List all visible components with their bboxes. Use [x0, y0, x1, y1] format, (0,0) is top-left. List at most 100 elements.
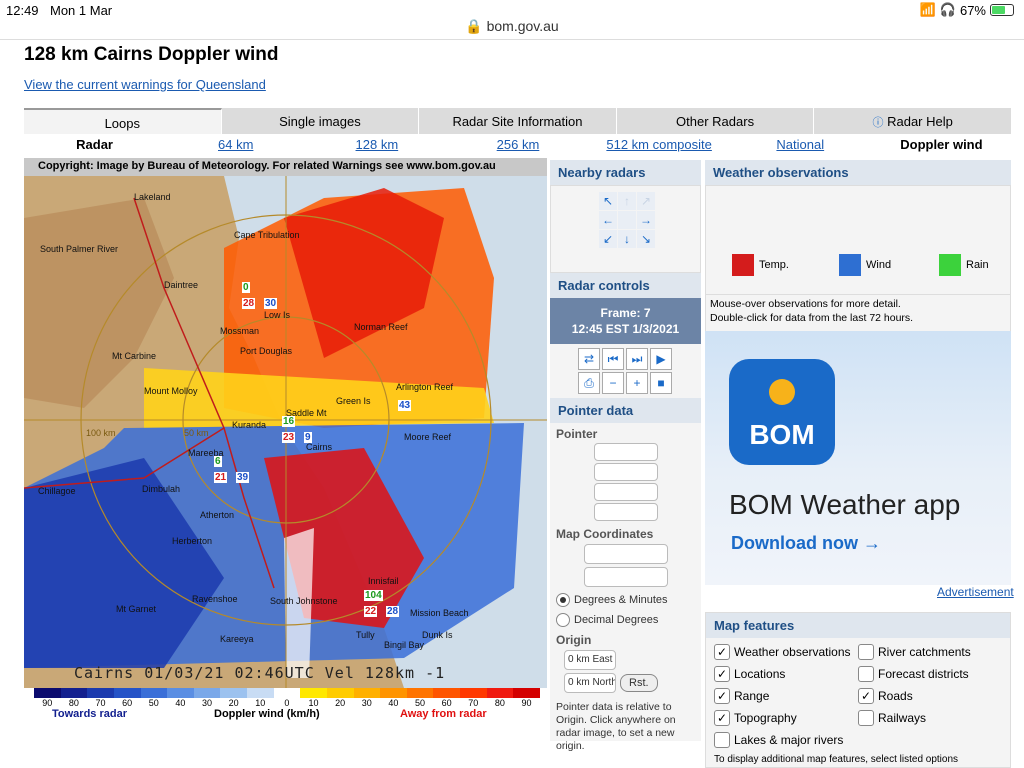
map-feature-checkbox[interactable]: Lakes & major rivers: [714, 732, 858, 748]
link-512km-composite[interactable]: 512 km composite: [589, 134, 730, 156]
place-label: Green Is: [336, 396, 371, 406]
pointer-label: Pointer: [556, 427, 598, 441]
place-label: Herberton: [172, 536, 213, 546]
print-icon[interactable]: ⎙: [578, 372, 600, 394]
checked-box-icon: ✓: [714, 710, 730, 726]
legend-swatch: [353, 688, 381, 698]
pointer-data-panel: Pointer Map Coordinates Degrees & Minute…: [550, 423, 701, 752]
origin-east-field[interactable]: 0 km East: [564, 650, 616, 670]
legend-number: 60: [441, 698, 452, 708]
link-128km[interactable]: 128 km: [306, 134, 447, 156]
origin-north-field[interactable]: 0 km North: [564, 673, 616, 693]
map-feature-label: Roads: [878, 689, 913, 703]
play-icon[interactable]: ▶: [650, 348, 672, 370]
link-64km[interactable]: 64 km: [165, 134, 306, 156]
range-label: 50 km: [184, 428, 209, 438]
obs-wind: 9: [304, 432, 312, 443]
arrow-s-icon[interactable]: ↓: [618, 230, 636, 248]
pointer-note: Pointer data is relative to Origin. Clic…: [556, 701, 676, 752]
unchecked-box-icon: [858, 666, 874, 682]
radio-circle-selected: [556, 593, 570, 607]
legend-swatch: [60, 688, 88, 698]
place-label: Mossman: [220, 326, 260, 336]
map-feature-checkbox[interactable]: River catchments: [858, 644, 1002, 660]
loop-controls: ⇄ ⏮ ⏭ ▶ ⎙ − + ■: [550, 344, 701, 398]
map-feature-checkbox[interactable]: ✓ Locations: [714, 666, 858, 682]
reset-origin-button[interactable]: Rst.: [620, 674, 658, 692]
arrow-sw-icon[interactable]: ↙: [599, 230, 617, 248]
url-bar[interactable]: 🔒 bom.gov.au: [0, 16, 1024, 40]
tab-other-radars[interactable]: Other Radars: [616, 108, 815, 134]
legend-number: 0: [284, 698, 290, 708]
checked-box-icon: ✓: [858, 688, 874, 704]
legend-number: 50: [415, 698, 426, 708]
legend-number: 50: [148, 698, 159, 708]
unchecked-box-icon: [714, 732, 730, 748]
tab-single-images[interactable]: Single images: [221, 108, 420, 134]
place-label: Dimbulah: [142, 484, 181, 494]
map-feature-checkbox[interactable]: ✓ Weather observations: [714, 644, 858, 660]
obs-wind: 39: [236, 472, 250, 483]
map-feature-label: Forecast districts: [878, 667, 969, 681]
pointer-data-title: Pointer data: [550, 398, 701, 423]
legend-swatch: [113, 688, 141, 698]
legend-towards: Towards radar: [52, 708, 127, 720]
subnav-doppler-current: Doppler wind: [900, 137, 983, 152]
tab-radar-site-information[interactable]: Radar Site Information: [419, 108, 617, 134]
map-feature-label: Range: [734, 689, 770, 703]
toggle-loop-icon[interactable]: ⇄: [578, 348, 600, 370]
slower-icon[interactable]: −: [602, 372, 624, 394]
middle-column: Nearby radars ↖ ↑ ↗ ← → ↙ ↓ ↘ Radar cont…: [550, 160, 701, 752]
pointer-field-2: [593, 463, 658, 481]
radio-degrees-minutes-label: Degrees & Minutes: [574, 594, 668, 606]
map-feature-label: Lakes & major rivers: [734, 733, 844, 747]
nearby-radars-panel: ↖ ↑ ↗ ← → ↙ ↓ ↘: [550, 185, 701, 273]
tab-loops[interactable]: Loops: [24, 108, 222, 134]
pointer-field-4: [593, 503, 658, 521]
obs-temp: 22: [364, 606, 378, 617]
tab-radar-help[interactable]: ⓘ Radar Help: [814, 108, 1012, 134]
map-feature-checkbox[interactable]: ✓ Range: [714, 688, 858, 704]
legend-swatch: [34, 688, 61, 698]
legend-number: 20: [335, 698, 346, 708]
legend-swatch: [220, 688, 247, 698]
map-features-list: ✓ Weather observations River catchments ✓ Lo…: [706, 638, 1010, 754]
arrow-w-icon[interactable]: ←: [599, 211, 617, 229]
map-feature-checkbox[interactable]: ✓ Roads: [858, 688, 1002, 704]
radar-image[interactable]: Lakeland Cape Tribulation South Palmer Riv…: [24, 158, 547, 688]
main-tabs: Loops Single images Radar Site Informati…: [24, 108, 1012, 134]
arrow-e-icon[interactable]: →: [637, 211, 655, 229]
temp-swatch: [732, 254, 754, 276]
link-256km[interactable]: 256 km: [447, 134, 588, 156]
legend-number: 80: [494, 698, 505, 708]
legend-swatch: [486, 688, 514, 698]
arrow-se-icon[interactable]: ↘: [637, 230, 655, 248]
warnings-link[interactable]: View the current warnings for Queensland: [24, 77, 266, 92]
link-national[interactable]: National: [730, 134, 871, 156]
stop-icon[interactable]: ■: [650, 372, 672, 394]
advertisement-link[interactable]: Advertisement: [937, 585, 1014, 599]
page-title: 128 km Cairns Doppler wind: [24, 44, 279, 65]
map-feature-checkbox[interactable]: Railways: [858, 710, 1002, 726]
map-features-tail: To display additional map features, sele…: [714, 754, 959, 765]
obs-rain: 104: [364, 590, 383, 601]
map-feature-checkbox[interactable]: Forecast districts: [858, 666, 1002, 682]
faster-icon[interactable]: +: [626, 372, 648, 394]
first-frame-icon[interactable]: ⏮: [602, 348, 624, 370]
unchecked-box-icon: [858, 644, 874, 660]
obs-wind: 28: [386, 606, 400, 617]
radio-degrees-minutes[interactable]: Degrees & Minutes: [556, 593, 695, 607]
battery-icon: [990, 4, 1014, 16]
map-feature-checkbox[interactable]: ✓ Topography: [714, 710, 858, 726]
arrow-nw-icon[interactable]: ↖: [599, 192, 617, 210]
radio-decimal-degrees[interactable]: Decimal Degrees: [556, 613, 695, 627]
radar-controls-title: Radar controls: [550, 273, 701, 298]
download-now-link[interactable]: Download now →: [731, 533, 881, 554]
frame-number: Frame: 7: [600, 306, 651, 320]
bom-app-ad[interactable]: BOM BOM Weather app Download now →: [705, 331, 1011, 585]
ad-headline: BOM Weather app: [729, 489, 961, 520]
legend-away: Away from radar: [400, 708, 487, 720]
last-frame-icon[interactable]: ⏭: [626, 348, 648, 370]
arrow-ne-icon: ↗: [637, 192, 655, 210]
doppler-legend: 90 80 70 60 50 40 30 20 10 0 10 20 30 40 50 60 70 80 90 To…: [34, 688, 540, 722]
